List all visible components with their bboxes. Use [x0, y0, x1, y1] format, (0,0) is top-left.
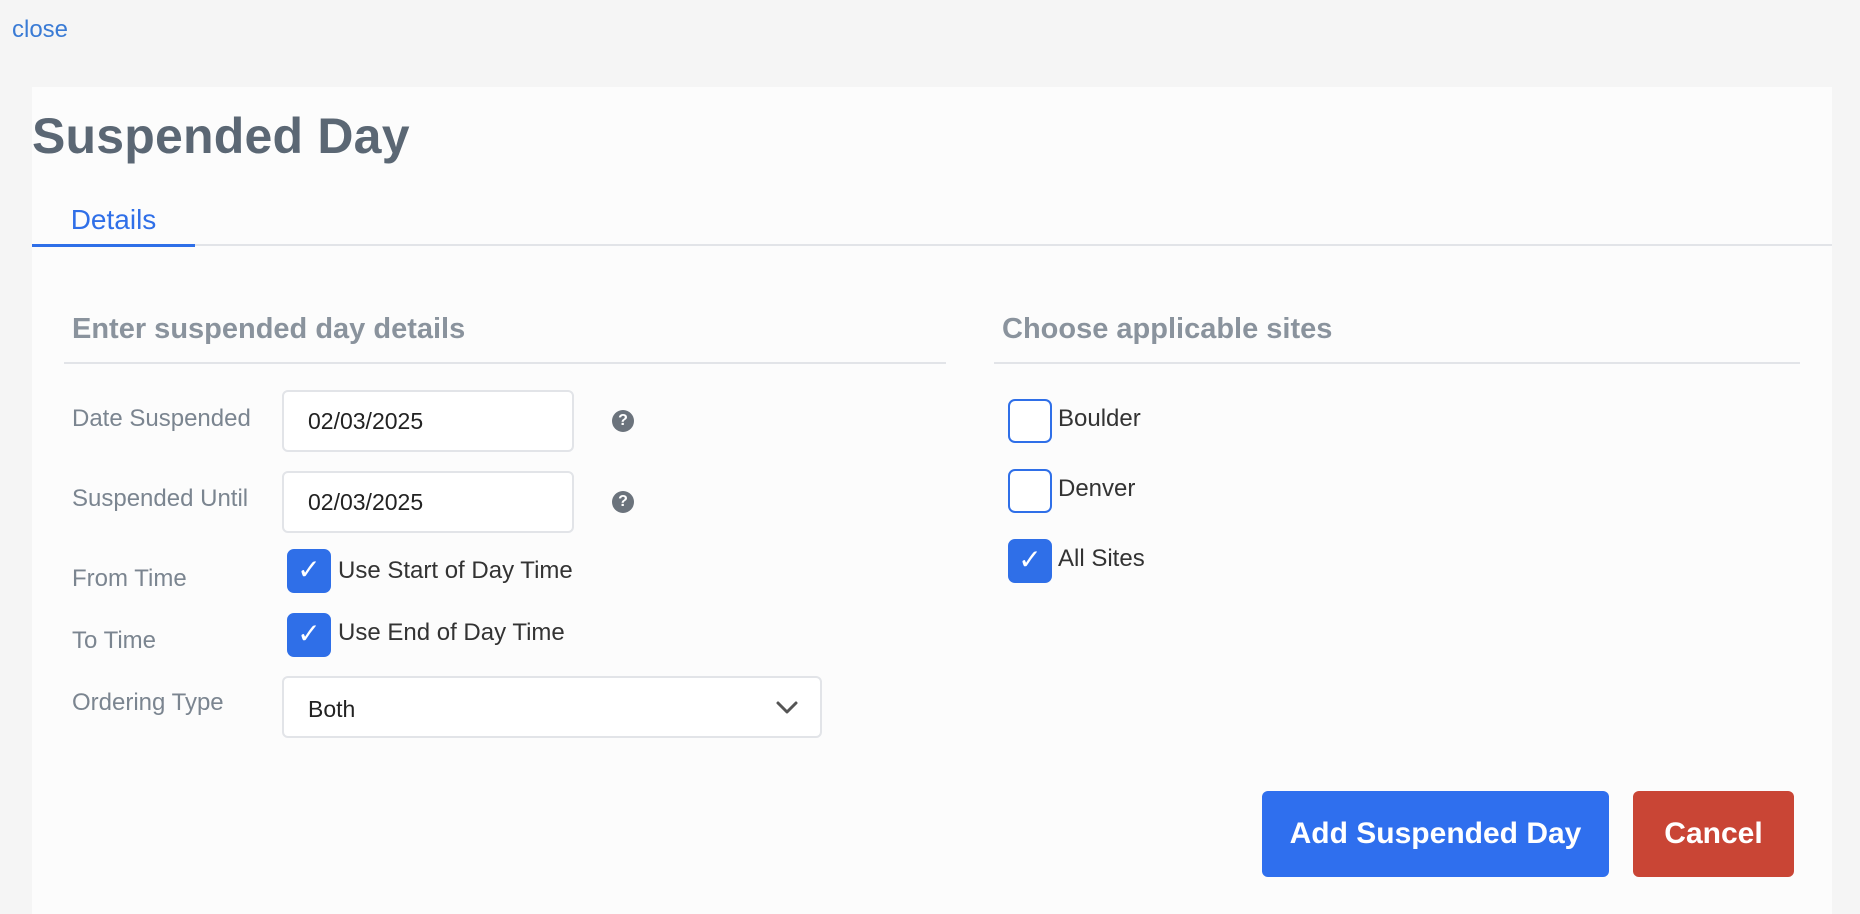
details-section-heading: Enter suspended day details [72, 313, 466, 345]
use-end-of-day-label: Use End of Day Time [338, 619, 565, 646]
date-suspended-input[interactable] [282, 390, 574, 452]
sites-section-divider [994, 362, 1800, 364]
date-suspended-label: Date Suspended [72, 405, 251, 432]
suspended-day-panel: Suspended Day Details Enter suspended da… [32, 87, 1832, 914]
checkmark-icon: ✓ [297, 554, 321, 585]
use-end-of-day-checkbox[interactable]: ✓ [287, 613, 331, 657]
suspended-until-label: Suspended Until [72, 485, 249, 512]
question-circle-icon[interactable]: ? [612, 491, 634, 513]
ordering-type-label: Ordering Type [72, 689, 224, 716]
site-all-sites-label: All Sites [1058, 545, 1145, 572]
add-suspended-day-button[interactable]: Add Suspended Day [1262, 791, 1609, 877]
site-all-sites-checkbox[interactable]: ✓ [1008, 539, 1052, 583]
ordering-type-select[interactable]: Both [282, 676, 822, 738]
ordering-type-value: Both [308, 696, 356, 722]
checkmark-icon: ✓ [297, 618, 321, 649]
details-section-divider [64, 362, 946, 364]
site-denver-label: Denver [1058, 475, 1136, 502]
tab-details[interactable]: Details [32, 203, 195, 247]
site-boulder-label: Boulder [1058, 405, 1141, 432]
use-start-of-day-checkbox[interactable]: ✓ [287, 549, 331, 593]
question-circle-icon[interactable]: ? [612, 410, 634, 432]
tab-bar: Details [32, 203, 1832, 247]
site-denver-checkbox[interactable] [1008, 469, 1052, 513]
site-boulder-checkbox[interactable] [1008, 399, 1052, 443]
page-title: Suspended Day [32, 108, 410, 164]
chevron-down-icon [776, 701, 798, 714]
from-time-label: From Time [72, 565, 187, 592]
cancel-button[interactable]: Cancel [1633, 791, 1794, 877]
to-time-label: To Time [72, 627, 157, 654]
close-link[interactable]: close [12, 16, 68, 44]
use-start-of-day-label: Use Start of Day Time [338, 557, 573, 584]
sites-section-heading: Choose applicable sites [1002, 313, 1333, 345]
checkmark-icon: ✓ [1018, 544, 1042, 575]
suspended-until-input[interactable] [282, 471, 574, 533]
